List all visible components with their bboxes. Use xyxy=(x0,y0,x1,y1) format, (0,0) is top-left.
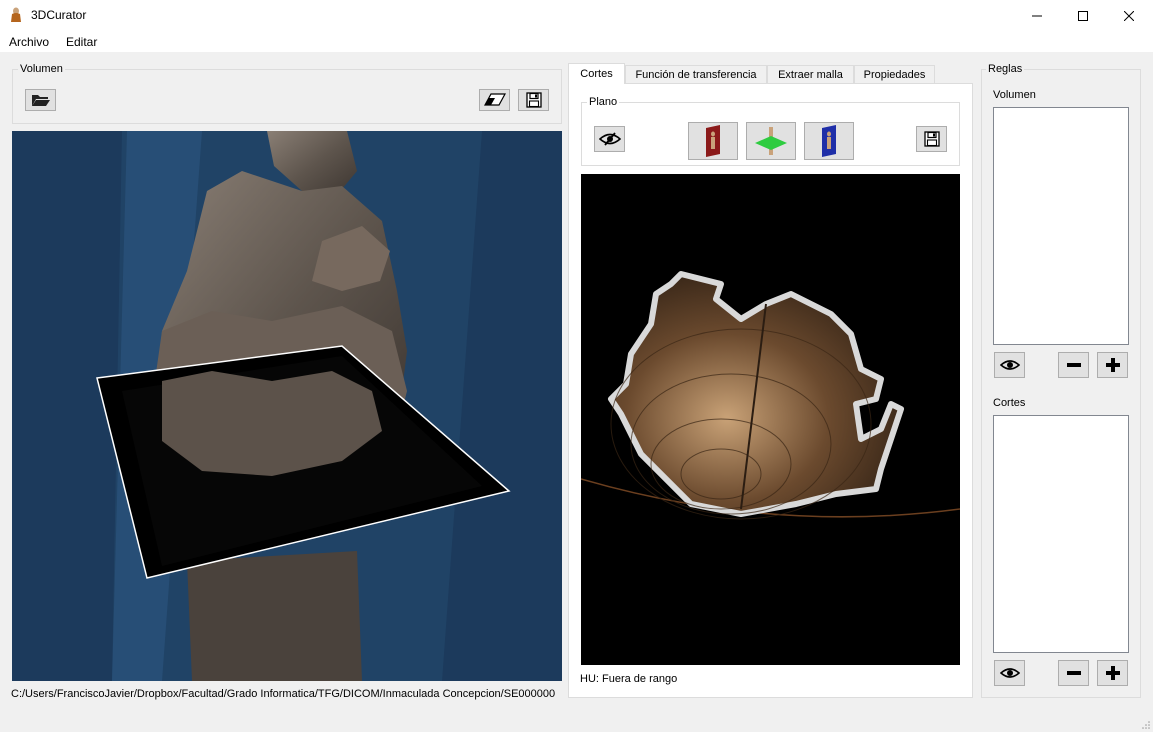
tab-propiedades[interactable]: Propiedades xyxy=(854,65,935,84)
window-title: 3DCurator xyxy=(31,8,87,22)
save-icon xyxy=(525,92,542,108)
ct-slice-image xyxy=(581,271,960,520)
save-icon xyxy=(923,131,940,147)
menu-bar: Archivo Editar xyxy=(0,31,1153,52)
cut-rule-add-button[interactable] xyxy=(1097,660,1128,686)
eye-slash-icon xyxy=(598,132,621,146)
folder-open-icon xyxy=(31,95,50,106)
save-slice-button[interactable] xyxy=(916,126,947,152)
rules-group-title: Reglas xyxy=(986,63,1025,75)
volume-rule-remove-button[interactable] xyxy=(1058,352,1089,378)
tab-extraer-malla[interactable]: Extraer malla xyxy=(767,65,854,84)
blue-plane-icon xyxy=(822,125,836,157)
menu-editar[interactable]: Editar xyxy=(66,35,97,49)
eraser-button[interactable] xyxy=(479,89,510,111)
cut-rule-remove-button[interactable] xyxy=(1058,660,1089,686)
minus-icon xyxy=(1066,671,1081,675)
cut-rule-visibility-button[interactable] xyxy=(994,660,1025,686)
volume-rule-visibility-button[interactable] xyxy=(994,352,1025,378)
plus-icon xyxy=(1105,666,1120,680)
save-volume-button[interactable] xyxy=(518,89,549,111)
volume-render-view[interactable] xyxy=(12,131,562,681)
plane-coronal-button[interactable] xyxy=(804,122,854,160)
red-plane-icon xyxy=(706,125,720,157)
minimize-button[interactable] xyxy=(1014,0,1060,31)
volume-group-title: Volumen xyxy=(18,63,65,75)
menu-archivo[interactable]: Archivo xyxy=(9,35,49,49)
tab-cortes[interactable]: Cortes xyxy=(568,63,625,84)
tab-funcion-transferencia[interactable]: Función de transferencia xyxy=(625,65,767,84)
plane-group-title: Plano xyxy=(587,96,620,108)
rules-cuts-label: Cortes xyxy=(993,397,1026,409)
volume-path-label: C:/Users/FranciscoJavier/Dropbox/Faculta… xyxy=(11,688,556,700)
minus-icon xyxy=(1066,363,1081,367)
maximize-icon xyxy=(1078,10,1088,21)
plane-axial-button[interactable] xyxy=(746,122,796,160)
green-plane-icon xyxy=(755,127,787,155)
eye-icon xyxy=(999,360,1020,370)
close-icon xyxy=(1124,10,1134,21)
volume-rule-add-button[interactable] xyxy=(1097,352,1128,378)
minimize-icon xyxy=(1032,15,1042,16)
close-button[interactable] xyxy=(1106,0,1152,31)
statue-render xyxy=(96,131,511,681)
resize-grip-icon[interactable] xyxy=(1141,720,1151,730)
app-icon xyxy=(11,7,21,22)
slice-view[interactable] xyxy=(581,174,960,665)
hu-value-label: HU: Fuera de rango xyxy=(580,673,678,685)
maximize-button[interactable] xyxy=(1060,0,1106,31)
eye-icon xyxy=(999,668,1020,678)
plane-sagittal-button[interactable] xyxy=(688,122,738,160)
rules-volume-label: Volumen xyxy=(993,89,1036,101)
eraser-icon xyxy=(483,93,506,106)
toggle-visibility-button[interactable] xyxy=(594,126,625,152)
title-bar: 3DCurator xyxy=(0,0,1153,31)
cut-rules-list[interactable] xyxy=(993,415,1129,653)
plus-icon xyxy=(1105,358,1120,372)
open-folder-button[interactable] xyxy=(25,89,56,111)
volume-rules-list[interactable] xyxy=(993,107,1129,345)
